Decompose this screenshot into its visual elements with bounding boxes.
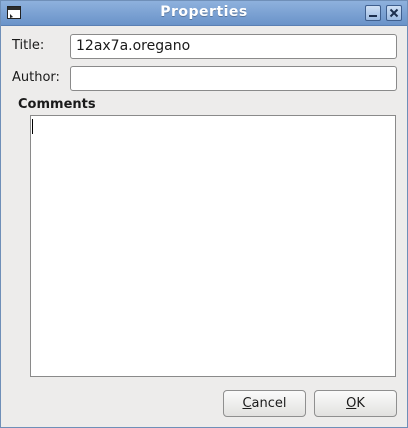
minimize-button[interactable] [365, 5, 381, 21]
minimize-icon [369, 15, 377, 17]
cancel-mnemonic: C [242, 396, 252, 411]
cancel-button[interactable]: Cancel [223, 390, 306, 417]
properties-dialog: Properties Title: 12ax7a.oregano Author:… [0, 0, 408, 428]
comments-heading: Comments [18, 97, 96, 112]
ok-button[interactable]: OK [314, 390, 397, 417]
window-title: Properties [160, 4, 248, 20]
title-bar[interactable]: Properties [1, 1, 407, 26]
close-button[interactable] [386, 5, 402, 21]
ok-mnemonic: O [346, 396, 357, 411]
author-label: Author: [12, 70, 60, 85]
ok-label: K [356, 396, 365, 411]
title-field[interactable]: 12ax7a.oregano [70, 34, 397, 59]
text-cursor [32, 119, 33, 134]
author-field[interactable] [70, 66, 397, 91]
title-label: Title: [12, 38, 45, 53]
cancel-label: ancel [251, 396, 287, 411]
comments-textarea[interactable] [30, 115, 396, 377]
close-icon [389, 8, 399, 18]
